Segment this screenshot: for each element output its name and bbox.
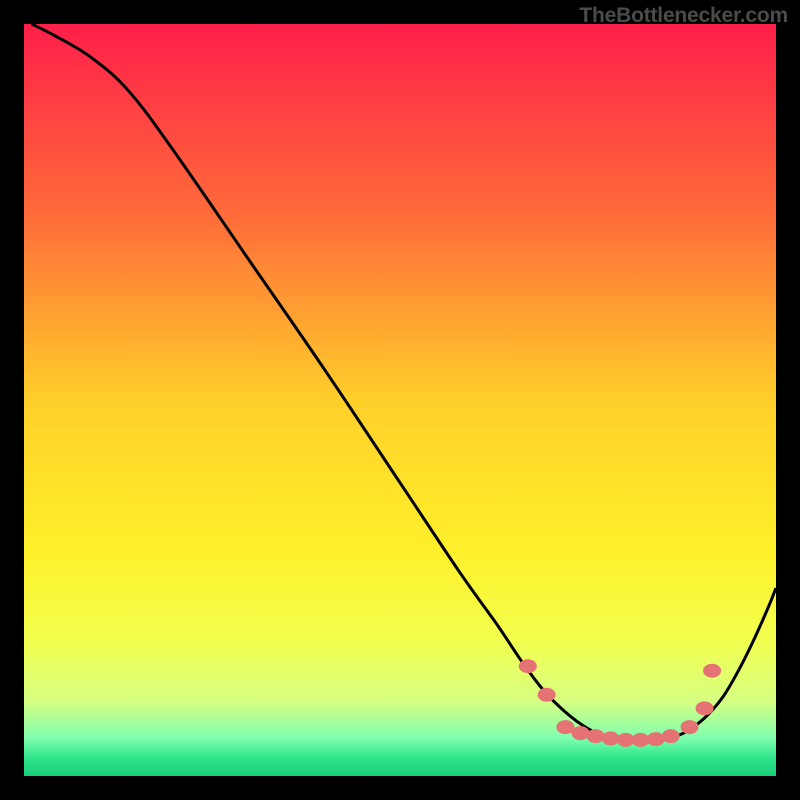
marker-point <box>538 688 556 702</box>
chart-frame: TheBottlenecker.com <box>0 0 800 800</box>
watermark-text: TheBottlenecker.com <box>579 4 788 28</box>
marker-point <box>587 729 605 743</box>
marker-point <box>571 726 589 740</box>
marker-point <box>519 659 537 673</box>
background-gradient <box>24 24 776 776</box>
marker-point <box>681 720 699 734</box>
marker-point <box>703 664 721 678</box>
marker-point <box>696 701 714 715</box>
chart-svg <box>24 24 776 776</box>
marker-point <box>647 732 665 746</box>
plot-area <box>24 24 776 776</box>
marker-point <box>662 729 680 743</box>
